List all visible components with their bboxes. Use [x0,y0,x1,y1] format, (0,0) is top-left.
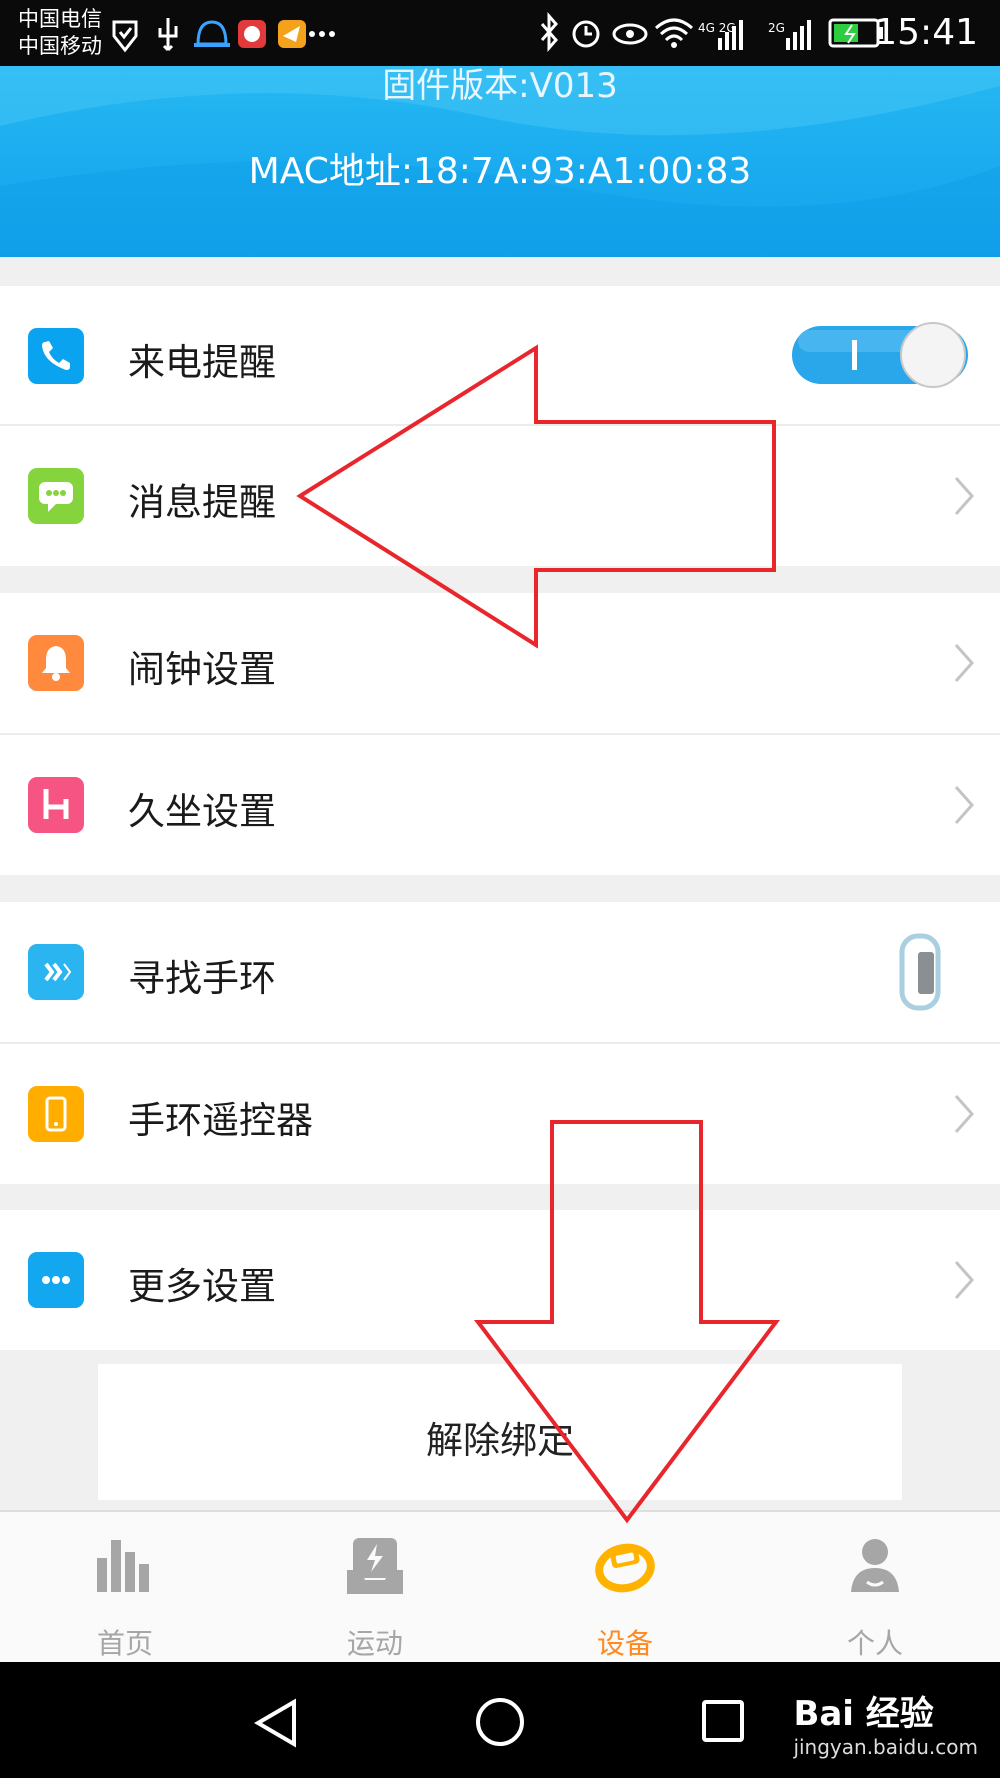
tab-profile[interactable]: 个人 [750,1512,1000,1664]
firmware-version: 固件版本:V013 [382,66,618,106]
bottom-tab-bar: 首页 运动 设备 个人 [0,1510,1000,1664]
setting-label: 消息提醒 [128,481,276,524]
setting-message-reminder[interactable]: 消息提醒 [0,426,1000,566]
chevron-right-icon [954,1095,975,1133]
phone-icon [28,328,84,384]
setting-more[interactable]: 更多设置 [0,1210,1000,1350]
unbind-label: 解除绑定 [426,1419,574,1462]
back-icon[interactable] [252,1698,302,1748]
person-icon [851,1539,899,1592]
chat-icon [28,468,84,524]
unbind-button[interactable]: 解除绑定 [98,1364,902,1500]
band-image-icon [899,933,941,1011]
bar-chart-icon [97,1540,149,1592]
chevron-right-icon [954,1261,975,1299]
signal-label-1: 4G 2G [698,21,736,35]
tab-device[interactable]: 设备 [500,1512,750,1664]
watermark-url: jingyan.baidu.com [793,1735,978,1759]
system-status-icons: 4G 2G 2G [540,12,811,52]
clock: 15:41 [874,12,978,53]
tab-label: 设备 [596,1627,653,1660]
setting-label: 闹钟设置 [128,648,276,691]
tab-label: 个人 [846,1627,903,1660]
chevron-right-icon [954,477,975,515]
setting-label: 寻找手环 [128,957,276,1000]
tab-label: 首页 [96,1627,153,1660]
call-reminder-toggle[interactable] [790,320,970,390]
setting-alarm[interactable]: 闹钟设置 [0,593,1000,733]
tab-label: 运动 [346,1627,403,1660]
tab-sport[interactable]: 运动 [250,1512,500,1664]
tab-home[interactable]: 首页 [0,1512,250,1664]
phone-device-icon [28,1086,84,1142]
lightning-tray-icon [347,1538,403,1594]
recents-icon[interactable] [700,1698,746,1744]
bell-icon [28,635,84,691]
carrier-labels: 中国电信 中国移动 [18,6,102,60]
signal-icon [28,944,84,1000]
notification-icons [112,18,335,53]
home-icon[interactable] [474,1696,526,1748]
dots-icon [28,1252,84,1308]
setting-sedentary[interactable]: 久坐设置 [0,735,1000,875]
watermark-brand: Bai 经验 [793,1694,934,1734]
carrier-1: 中国电信 [18,7,102,31]
carrier-2: 中国移动 [18,34,102,58]
device-info-header: 固件版本:V013 MAC地址:18:7A:93:A1:00:83 [0,66,1000,257]
setting-label: 来电提醒 [128,341,276,384]
chevron-right-icon [954,644,975,682]
band-icon [595,1543,655,1593]
baidu-watermark: Bai 经验 jingyan.baidu.com [793,1686,978,1759]
status-bar: 中国电信 中国移动 4G 2G 2G 15:41 [0,0,1000,66]
mac-address: MAC地址:18:7A:93:A1:00:83 [248,151,752,192]
setting-band-remote[interactable]: 手环遥控器 [0,1044,1000,1184]
signal-label-2: 2G [768,21,785,35]
setting-label: 更多设置 [128,1265,276,1308]
setting-label: 手环遥控器 [128,1099,313,1142]
chevron-right-icon [954,786,975,824]
setting-label: 久坐设置 [128,790,276,833]
chair-icon [28,777,84,833]
setting-find-band[interactable]: 寻找手环 [0,902,1000,1042]
setting-call-reminder[interactable]: 来电提醒 [0,286,1000,426]
